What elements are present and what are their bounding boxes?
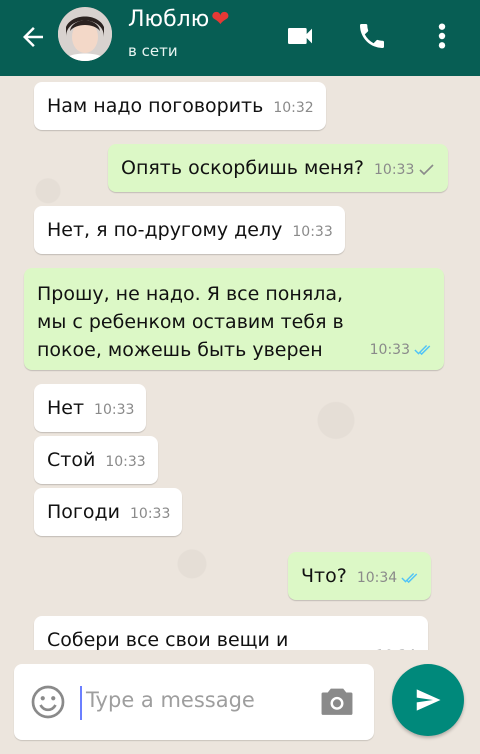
message-text: Опять оскорбишь меня? <box>121 157 364 179</box>
chat-header: Люблю ❤ в сети <box>0 0 480 76</box>
message-meta: 10:33 <box>374 156 436 184</box>
emoji-icon[interactable] <box>30 684 66 720</box>
message-time: 10:33 <box>374 162 415 178</box>
back-arrow-icon[interactable] <box>18 22 48 52</box>
message-text: Стой <box>47 449 96 471</box>
message-text: Погоди <box>47 501 121 523</box>
phone-icon[interactable] <box>356 20 388 52</box>
message-text: Нет, я по-другому делу <box>47 219 283 241</box>
message-incoming[interactable]: Нет, я по-другому делу 10:33 <box>34 206 345 254</box>
message-incoming[interactable]: Собери все свои вещи и 10:34 <box>34 616 428 650</box>
message-text: Прошу, не надо. Я все поняла, мы с ребен… <box>37 280 432 364</box>
sent-tick-icon <box>419 164 434 176</box>
message-time: 10:34 <box>376 642 416 650</box>
send-icon <box>416 689 441 711</box>
message-outgoing[interactable]: Опять оскорбишь меня? 10:33 <box>108 144 449 192</box>
message-text: Нам надо поговорить <box>47 95 264 117</box>
message-time: 10:34 <box>356 570 398 586</box>
message-time: 10:33 <box>369 342 410 358</box>
video-call-icon[interactable] <box>284 20 316 52</box>
message-text: Нет <box>47 397 85 419</box>
message-text: Собери все свои вещи и <box>47 629 289 650</box>
message-time: 10:33 <box>130 506 171 522</box>
message-time: 10:32 <box>273 100 314 116</box>
message-incoming[interactable]: Стой 10:33 <box>34 436 158 484</box>
message-incoming[interactable]: Нам надо поговорить 10:32 <box>34 82 326 130</box>
heart-icon: ❤ <box>211 7 230 32</box>
message-input[interactable]: Type a message <box>14 664 374 740</box>
message-meta: 10:34 <box>357 564 419 592</box>
message-time: 10:33 <box>292 224 333 240</box>
message-incoming[interactable]: Нет 10:33 <box>34 384 147 432</box>
input-bar: Type a message <box>0 650 480 754</box>
read-ticks-icon <box>414 344 431 356</box>
camera-icon[interactable] <box>318 684 356 718</box>
contact-name: Люблю ❤ <box>128 7 230 32</box>
message-placeholder: Type a message <box>86 688 255 712</box>
read-ticks-icon <box>401 572 418 584</box>
message-incoming[interactable]: Погоди 10:33 <box>34 488 183 536</box>
text-cursor <box>80 686 82 720</box>
chat-area[interactable]: Нам надо поговорить 10:32 Опять оскорбишь… <box>0 76 480 650</box>
online-status: в сети <box>128 42 178 60</box>
message-outgoing[interactable]: Прошу, не надо. Я все поняла, мы с ребен… <box>24 268 444 370</box>
message-time: 10:33 <box>94 402 135 418</box>
avatar[interactable] <box>58 7 112 61</box>
more-vert-icon[interactable] <box>430 20 454 52</box>
send-button[interactable] <box>392 664 464 736</box>
message-outgoing[interactable]: Что? 10:34 <box>288 552 432 600</box>
contact-info[interactable]: Люблю ❤ в сети <box>128 6 230 62</box>
message-text: Что? <box>301 565 347 587</box>
message-time: 10:33 <box>105 454 146 470</box>
message-meta: 10:33 <box>370 336 432 364</box>
